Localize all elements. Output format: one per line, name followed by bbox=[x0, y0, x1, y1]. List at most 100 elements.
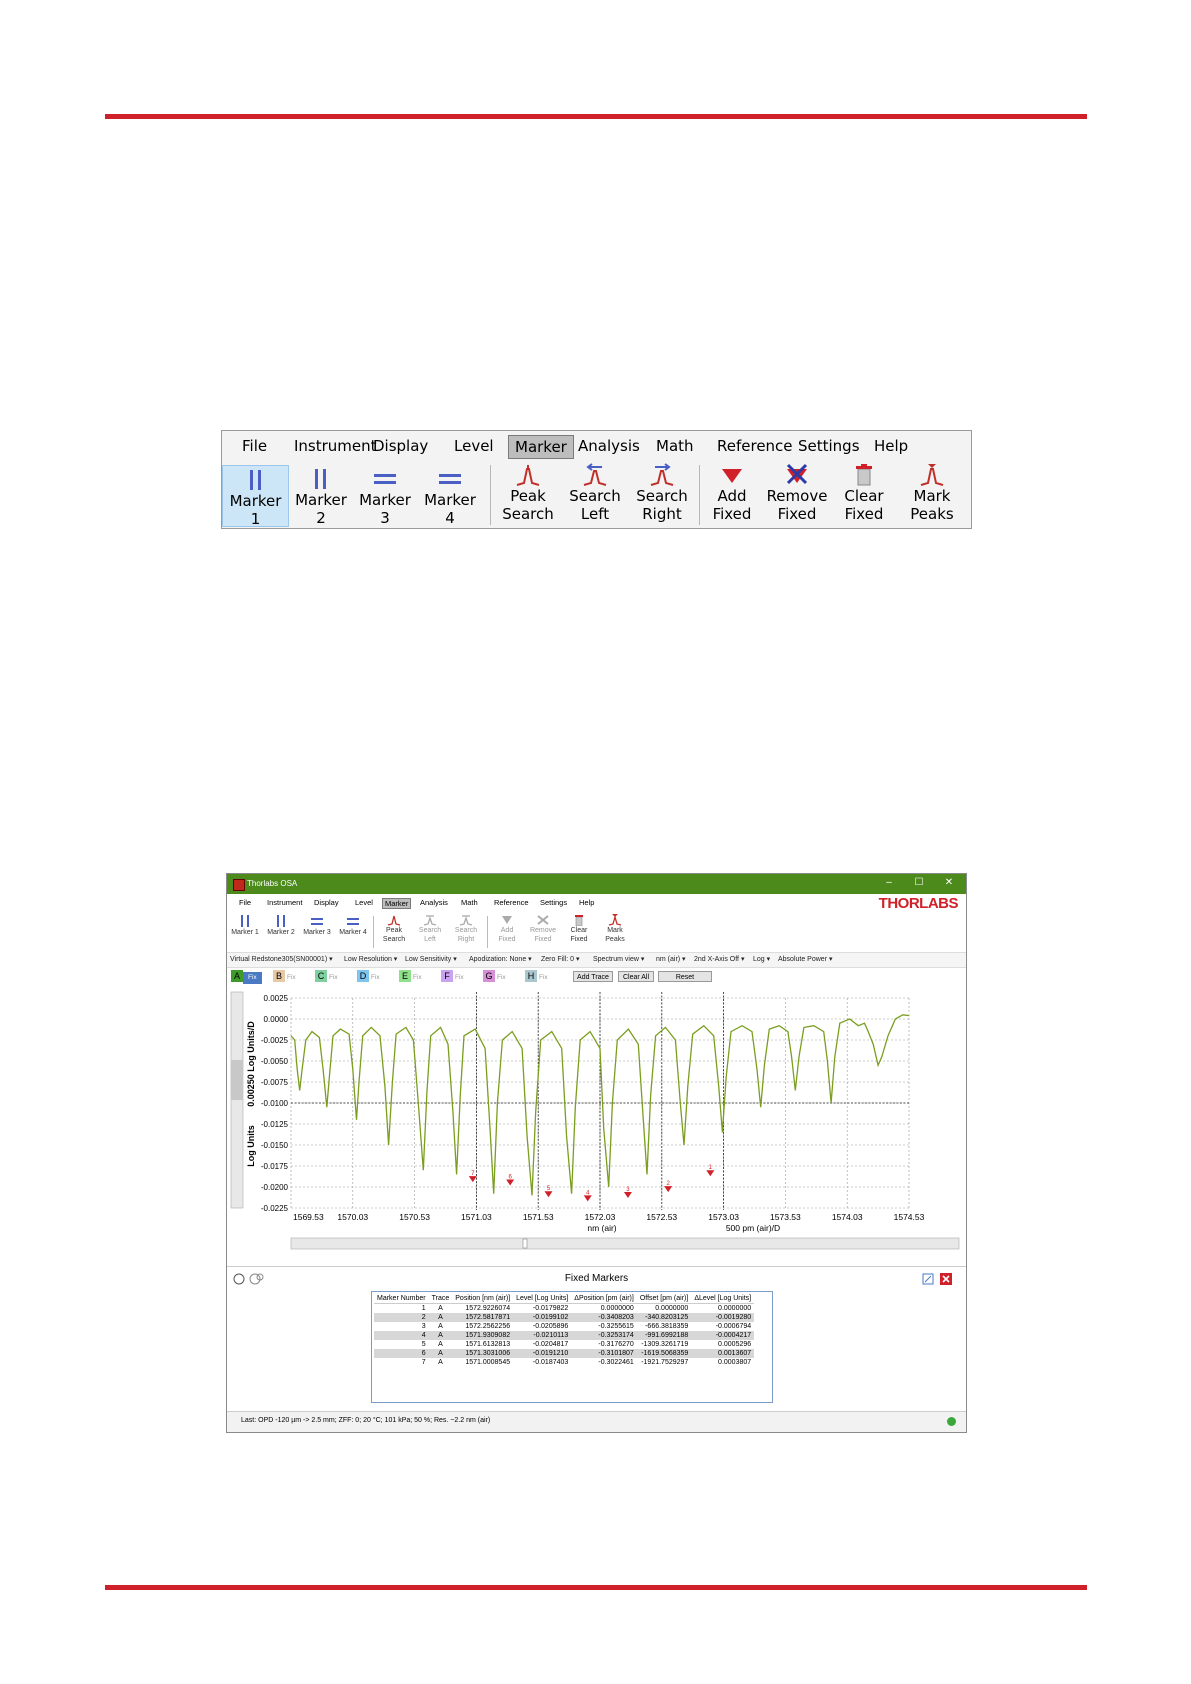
zero-fill-select[interactable]: Zero Fill: 0 ▾ bbox=[541, 955, 580, 963]
mark-peaks-button[interactable]: Mark Peaks bbox=[902, 461, 962, 523]
menu-reference[interactable]: Reference bbox=[492, 898, 531, 907]
table-row[interactable]: 1 A 1572.9226074 -0.0179822 0.0000000 0.00000… bbox=[374, 1304, 754, 1314]
menu-help[interactable]: Help bbox=[868, 435, 914, 457]
trace-slot-e[interactable]: E Fix bbox=[399, 970, 422, 982]
close-button[interactable]: ✕ bbox=[942, 877, 956, 888]
menu-math[interactable]: Math bbox=[459, 898, 480, 907]
add-fixed-button[interactable]: Add Fixed bbox=[706, 461, 758, 523]
reset-button[interactable]: Reset bbox=[658, 971, 712, 982]
app-menu-bar: File Instrument Display Level Marker Ana… bbox=[227, 897, 966, 911]
menu-file[interactable]: File bbox=[237, 898, 253, 907]
search-right-button[interactable]: Search Right bbox=[632, 461, 692, 523]
clear-fixed-button[interactable]: Clear Fixed bbox=[562, 914, 596, 944]
trace-slot-f[interactable]: F Fix bbox=[441, 970, 464, 982]
menu-reference[interactable]: Reference bbox=[711, 435, 799, 457]
trace-letter: G bbox=[483, 970, 495, 982]
button-label: Search bbox=[636, 487, 688, 505]
menu-math[interactable]: Math bbox=[650, 435, 700, 457]
resolution-select[interactable]: Low Resolution ▾ bbox=[344, 955, 397, 963]
table-row[interactable]: 6 A 1571.3031006 -0.0191210 -0.3101807 -1619.… bbox=[374, 1349, 755, 1358]
table-header[interactable]: Position [nm (air)] bbox=[452, 1294, 514, 1304]
apodization-select[interactable]: Apodization: None ▾ bbox=[469, 955, 532, 963]
marker-4-button[interactable]: Marker 4 bbox=[418, 465, 482, 527]
trace-slot-h[interactable]: H Fix bbox=[525, 970, 548, 982]
bottom-scrollbar[interactable] bbox=[290, 1237, 960, 1250]
add-trace-button[interactable]: Add Trace bbox=[573, 971, 613, 982]
mark-peaks-button[interactable]: Mark Peaks bbox=[598, 914, 632, 944]
table-row[interactable]: 5 A 1571.6132813 -0.0204817 -0.3176270 -1309.… bbox=[374, 1340, 754, 1349]
menu-file[interactable]: File bbox=[236, 435, 273, 457]
bottom-scroll-thumb[interactable] bbox=[522, 1238, 528, 1249]
menu-instrument[interactable]: Instrument bbox=[265, 898, 304, 907]
clear-all-button[interactable]: Clear All bbox=[618, 971, 654, 982]
trace-fix-toggle[interactable]: Fix bbox=[327, 972, 338, 984]
trace-slot-g[interactable]: G Fix bbox=[483, 970, 506, 982]
table-header[interactable]: Trace bbox=[428, 1294, 453, 1304]
menu-display[interactable]: Display bbox=[312, 898, 341, 907]
remove-fixed-button[interactable]: Remove Fixed bbox=[526, 914, 560, 944]
export-icon[interactable] bbox=[922, 1273, 934, 1285]
add-fixed-button[interactable]: Add Fixed bbox=[490, 914, 524, 944]
marker-4-button[interactable]: Marker 4 bbox=[336, 914, 370, 937]
trace-fix-toggle[interactable]: Fix bbox=[495, 972, 506, 984]
x-tick-label: 1570.03 bbox=[337, 1212, 368, 1222]
search-right-button[interactable]: Search Right bbox=[449, 914, 483, 944]
trace-fix-toggle[interactable]: Fix bbox=[369, 972, 380, 984]
trace-fix-toggle[interactable]: Fix bbox=[411, 972, 422, 984]
menu-level[interactable]: Level bbox=[448, 435, 500, 457]
close-panel-icon[interactable] bbox=[940, 1273, 952, 1285]
search-left-button[interactable]: Search Left bbox=[565, 461, 625, 523]
menu-settings[interactable]: Settings bbox=[538, 898, 569, 907]
marker-3-button[interactable]: Marker 3 bbox=[353, 465, 417, 527]
minimize-button[interactable]: – bbox=[882, 877, 896, 888]
left-scroll-thumb[interactable] bbox=[231, 1060, 243, 1100]
table-row[interactable]: 7 A 1571.0008545 -0.0187403 -0.3022461 -1921.… bbox=[374, 1358, 754, 1367]
table-cell: 7 bbox=[421, 1359, 426, 1366]
peak-search-button[interactable]: Peak Search bbox=[377, 914, 411, 944]
power-select[interactable]: Absolute Power ▾ bbox=[778, 955, 833, 963]
trace-slot-a[interactable]: A Fix bbox=[231, 970, 262, 984]
table-header[interactable]: Offset [pm (air)] bbox=[636, 1294, 692, 1304]
second-axis-select[interactable]: 2nd X-Axis Off ▾ bbox=[694, 955, 744, 963]
menu-analysis[interactable]: Analysis bbox=[572, 435, 646, 457]
scale-select[interactable]: Log ▾ bbox=[753, 955, 770, 963]
marker-3-button[interactable]: Marker 3 bbox=[300, 914, 334, 937]
remove-fixed-button[interactable]: Remove Fixed bbox=[766, 461, 828, 523]
table-row[interactable]: 3 A 1572.2562256 -0.0205896 -0.3255615 -666.3… bbox=[374, 1322, 754, 1331]
menu-marker[interactable]: Marker bbox=[508, 435, 574, 459]
table-header[interactable]: ΔLevel [Log Units] bbox=[691, 1294, 755, 1304]
table-cell: 4 bbox=[374, 1331, 429, 1340]
marker-2-button[interactable]: Marker 2 bbox=[289, 465, 353, 527]
search-left-button[interactable]: Search Left bbox=[413, 914, 447, 944]
menu-marker[interactable]: Marker bbox=[382, 898, 412, 909]
unit-select[interactable]: nm (air) ▾ bbox=[656, 955, 686, 963]
menu-display[interactable]: Display bbox=[367, 435, 434, 457]
trace-slot-c[interactable]: C Fix bbox=[315, 970, 338, 982]
trace-fix-toggle[interactable]: Fix bbox=[453, 972, 464, 984]
menu-analysis[interactable]: Analysis bbox=[418, 898, 450, 907]
trace-slot-b[interactable]: B Fix bbox=[273, 970, 296, 982]
marker-1-button[interactable]: Marker 1 bbox=[228, 914, 262, 937]
peak-search-button[interactable]: Peak Search bbox=[500, 461, 556, 523]
trace-fix-toggle[interactable]: Fix bbox=[537, 972, 548, 984]
marker-1-button[interactable]: Marker 1 bbox=[222, 465, 289, 528]
marker-bars-icon bbox=[315, 469, 326, 489]
table-row[interactable]: 2 A 1572.5817871 -0.0199102 -0.3408203 -340.8… bbox=[374, 1313, 755, 1322]
marker-2-button[interactable]: Marker 2 bbox=[264, 914, 298, 937]
trace-fix-toggle[interactable]: Fix bbox=[243, 972, 262, 984]
table-header[interactable]: ΔPosition [pm (air)] bbox=[571, 1294, 637, 1304]
sensitivity-select[interactable]: Low Sensitivity ▾ bbox=[405, 955, 457, 963]
menu-settings[interactable]: Settings bbox=[792, 435, 866, 457]
maximize-button[interactable]: ☐ bbox=[912, 877, 926, 888]
device-select[interactable]: Virtual Redstone305(SN00001) ▾ bbox=[230, 955, 333, 963]
trace-slot-d[interactable]: D Fix bbox=[357, 970, 380, 982]
table-header[interactable]: Level [Log Units] bbox=[513, 1294, 572, 1304]
y-tick-label: -0.0100 bbox=[261, 1099, 289, 1108]
table-header[interactable]: Marker Number bbox=[374, 1294, 429, 1304]
trace-fix-toggle[interactable]: Fix bbox=[285, 972, 296, 984]
menu-help[interactable]: Help bbox=[577, 898, 596, 907]
table-row[interactable]: 4 A 1571.9309082 -0.0210113 -0.3253174 -991.6… bbox=[374, 1331, 755, 1340]
clear-fixed-button[interactable]: Clear Fixed bbox=[836, 461, 892, 523]
menu-level[interactable]: Level bbox=[353, 898, 375, 907]
view-select[interactable]: Spectrum view ▾ bbox=[593, 955, 644, 963]
